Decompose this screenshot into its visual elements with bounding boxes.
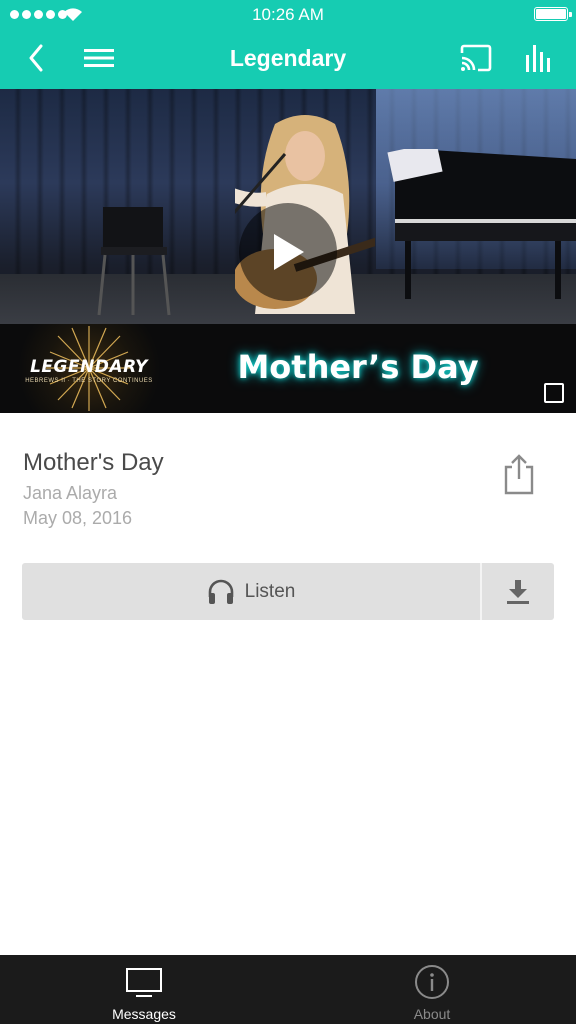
- tv-icon: [126, 968, 162, 997]
- watermark-icon: [544, 383, 564, 403]
- sermon-banner: LEGENDARY HEBREWS II · THE STORY CONTINU…: [0, 324, 576, 413]
- stool-illustration: [97, 207, 171, 316]
- play-icon: [274, 234, 304, 270]
- listen-label: Listen: [244, 580, 296, 602]
- download-button[interactable]: [482, 563, 554, 620]
- video-player[interactable]: LEGENDARY HEBREWS II · THE STORY CONTINU…: [0, 89, 576, 413]
- status-bar: 10:26 AM: [0, 0, 576, 30]
- tab-messages[interactable]: Messages: [44, 955, 244, 1024]
- share-icon: [504, 454, 534, 495]
- play-button[interactable]: [239, 203, 337, 301]
- download-icon: [507, 579, 529, 604]
- top-bar: 10:26 AM Legendary: [0, 0, 576, 89]
- series-logo-text: LEGENDARY: [30, 357, 148, 377]
- stats-icon: [526, 45, 550, 72]
- headphones-icon: [208, 579, 233, 604]
- message-date: May 08, 2016: [23, 508, 133, 528]
- media-actions: Listen: [22, 563, 554, 620]
- tab-messages-label: Messages: [112, 1006, 176, 1022]
- banner-title: Mother’s Day: [237, 348, 479, 386]
- stats-button[interactable]: [518, 40, 558, 76]
- nav-bar: Legendary: [0, 30, 576, 89]
- tab-about-label: About: [413, 1006, 451, 1022]
- message-details: Mother's Day Jana Alayra May 08, 2016 Li…: [0, 413, 576, 955]
- tab-bar: Messages About: [0, 955, 576, 1024]
- cast-button[interactable]: [456, 40, 496, 76]
- share-button[interactable]: [500, 453, 538, 495]
- cast-icon: [460, 44, 492, 72]
- video-thumbnail: [0, 89, 576, 324]
- listen-button[interactable]: Listen: [22, 563, 480, 620]
- battery-icon: [534, 7, 572, 21]
- message-speaker: Jana Alayra: [23, 483, 118, 503]
- series-logo-subtext: HEBREWS II · THE STORY CONTINUES: [25, 378, 153, 384]
- message-title: Mother's Day: [23, 449, 164, 476]
- info-icon: [415, 965, 449, 999]
- series-logo: LEGENDARY HEBREWS II · THE STORY CONTINU…: [6, 324, 172, 413]
- tab-about[interactable]: About: [332, 955, 532, 1024]
- piano-illustration: [387, 149, 576, 299]
- status-time: 10:26 AM: [252, 5, 324, 24]
